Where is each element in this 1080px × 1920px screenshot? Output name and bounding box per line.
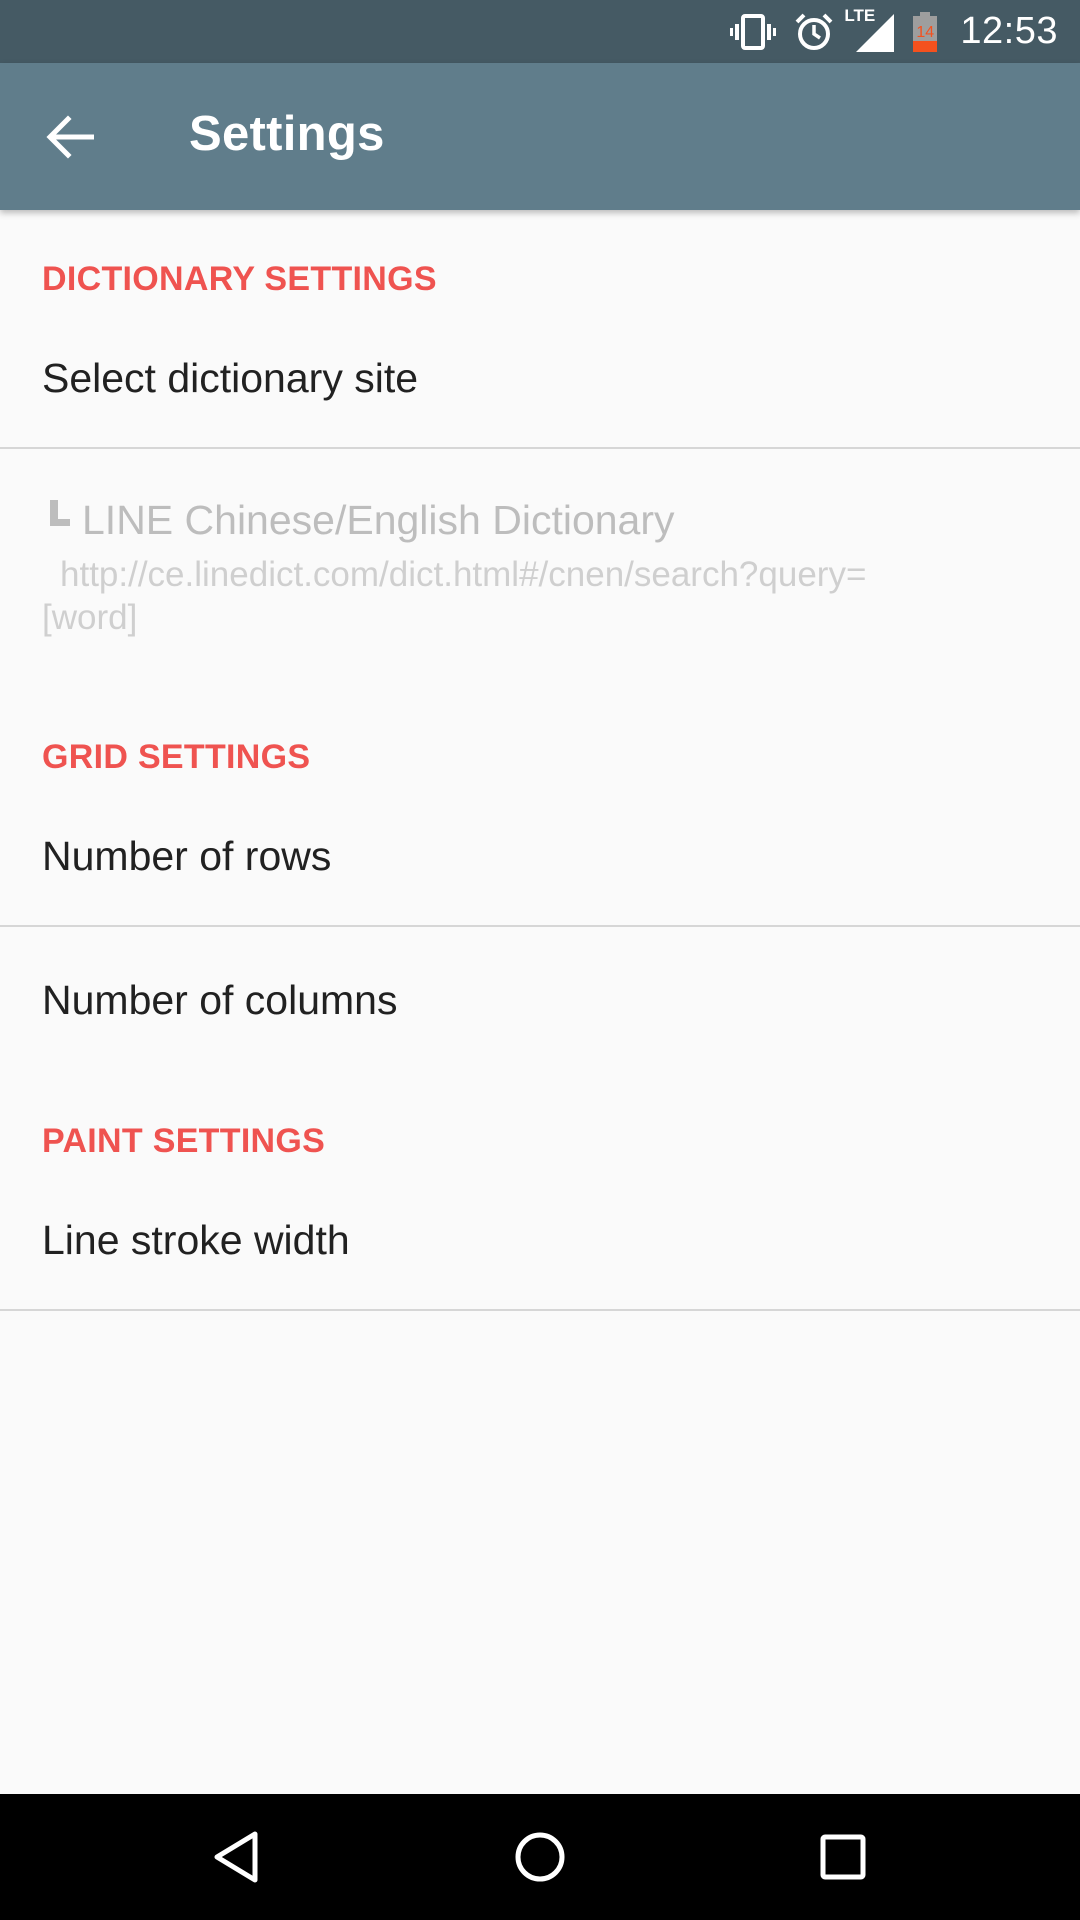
recents-icon: [820, 1834, 866, 1880]
select-dictionary-site-item[interactable]: Select dictionary site: [0, 330, 1080, 448]
divider: [0, 447, 1080, 449]
navigation-bar: [0, 1794, 1080, 1920]
status-time: 12:53: [960, 10, 1058, 52]
back-icon: [214, 1831, 258, 1883]
grid-settings-header: GRID SETTINGS: [42, 738, 311, 776]
back-button[interactable]: [38, 105, 102, 169]
line-stroke-width-item[interactable]: Line stroke width: [0, 1192, 1080, 1310]
selected-site-url: http://ce.linedict.com/dict.html#/cnen/s…: [42, 555, 867, 637]
arrow-left-icon: [46, 115, 94, 159]
selected-site-title: LINE Chinese/English Dictionary: [82, 497, 675, 543]
nav-back-button[interactable]: [196, 1817, 276, 1897]
divider: [0, 1309, 1080, 1311]
dictionary-settings-header: DICTIONARY SETTINGS: [42, 260, 437, 298]
paint-settings-header: PAINT SETTINGS: [42, 1122, 326, 1160]
line-stroke-width-label: Line stroke width: [42, 1217, 350, 1263]
signal-icon: LTE: [844, 6, 895, 52]
nav-home-button[interactable]: [500, 1817, 580, 1897]
app-bar: Settings: [0, 63, 1080, 210]
alarm-icon: [794, 12, 834, 52]
vibrate-icon: [730, 13, 777, 51]
home-icon: [515, 1832, 565, 1882]
status-bar: LTE 14 12:53: [0, 0, 1080, 63]
number-of-columns-item[interactable]: Number of columns: [0, 927, 1080, 1045]
network-type: LTE: [844, 5, 876, 25]
page-title: Settings: [189, 107, 385, 161]
nav-recents-button[interactable]: [803, 1817, 883, 1897]
number-of-columns-label: Number of columns: [42, 977, 398, 1023]
battery-level: 14: [916, 23, 935, 41]
sub-item-bracket-icon: [50, 500, 70, 526]
battery-icon: 14: [912, 11, 938, 52]
number-of-rows-label: Number of rows: [42, 833, 332, 879]
number-of-rows-item[interactable]: Number of rows: [0, 808, 1080, 926]
select-dictionary-site-label: Select dictionary site: [42, 355, 419, 401]
